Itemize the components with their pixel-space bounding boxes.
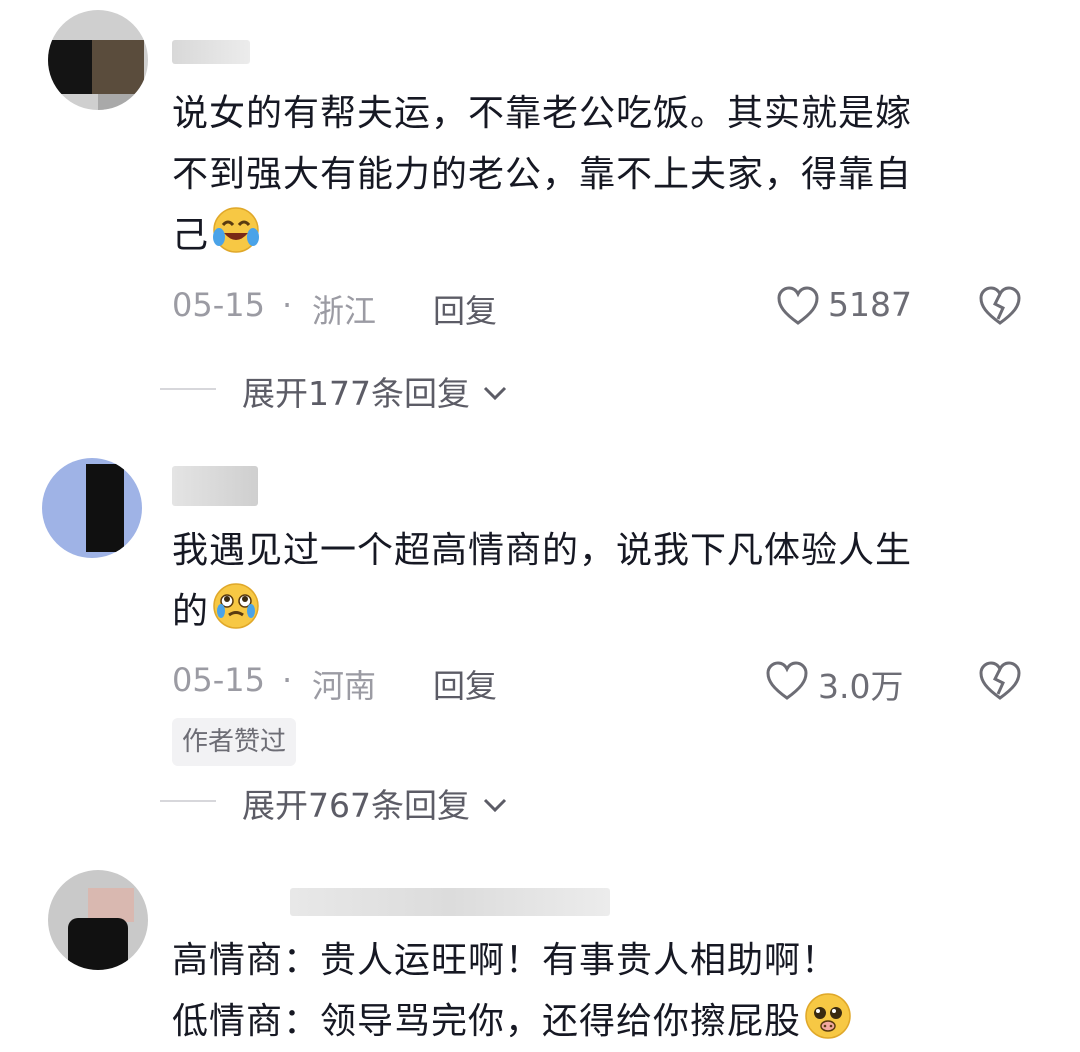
laughing-crying-emoji [213, 207, 260, 253]
username-blurred[interactable] [172, 466, 258, 506]
comment-line: 我遇见过一个超高情商的，说我下凡体验人生 [172, 530, 913, 571]
comment-text: 我遇见过一个超高情商的，说我下凡体验人生 的 [172, 520, 912, 642]
expand-replies-label: 展开177条回复 [242, 374, 470, 413]
heart-icon[interactable] [765, 660, 809, 702]
divider-line [160, 388, 216, 390]
expand-replies-button[interactable]: 展开177条回复 [242, 367, 509, 415]
meta-separator: · [282, 286, 293, 324]
comment-date: 05-15 [172, 661, 265, 699]
comment-location: 河南 [312, 667, 377, 705]
username-blurred[interactable] [172, 40, 250, 64]
comment-line-text: 低情商：领导骂完你，还得给你擦屁股 [172, 1001, 802, 1042]
username-blurred[interactable] [290, 888, 610, 916]
comment-line: 低情商：领导骂完你，还得给你擦屁股 [172, 991, 853, 1052]
chevron-down-icon [483, 386, 506, 401]
comment-line: 己 [172, 205, 912, 266]
avatar[interactable] [42, 458, 142, 558]
reply-button[interactable]: 回复 [433, 661, 497, 707]
comment-line: 说女的有帮夫运，不靠老公吃饭。其实就是嫁 [172, 93, 913, 134]
comment-line-text: 的 [172, 591, 210, 632]
avatar[interactable] [48, 870, 148, 970]
author-liked-badge: 作者赞过 [172, 718, 297, 766]
like-count: 5187 [828, 285, 912, 324]
dislike-icon[interactable] [978, 660, 1022, 702]
comment-text: 高情商：贵人运旺啊！有事贵人相助啊！ 低情商：领导骂完你，还得给你擦屁股 [172, 930, 853, 1052]
reply-button[interactable]: 回复 [433, 286, 497, 332]
divider-line [160, 800, 216, 802]
comment-line-text: 己 [172, 215, 210, 256]
heart-icon[interactable] [776, 285, 820, 327]
expand-replies-label: 展开767条回复 [242, 786, 470, 825]
expand-replies-button[interactable]: 展开767条回复 [242, 779, 509, 827]
avatar[interactable] [48, 10, 148, 110]
comment-line: 的 [172, 581, 912, 642]
teary-eyed-emoji [213, 583, 259, 629]
like-count: 3.0万 [818, 667, 904, 706]
pleading-emoji [805, 993, 851, 1039]
meta-separator: · [282, 661, 293, 699]
comment-line: 高情商：贵人运旺啊！有事贵人相助啊！ [172, 940, 839, 981]
comment-date: 05-15 [172, 286, 265, 324]
comment-text: 说女的有帮夫运，不靠老公吃饭。其实就是嫁 不到强大有能力的老公，靠不上夫家，得靠… [172, 83, 912, 266]
comment-line: 不到强大有能力的老公，靠不上夫家，得靠自 [172, 154, 913, 195]
dislike-icon[interactable] [978, 285, 1022, 327]
comment-location: 浙江 [312, 292, 377, 330]
chevron-down-icon [483, 798, 506, 813]
